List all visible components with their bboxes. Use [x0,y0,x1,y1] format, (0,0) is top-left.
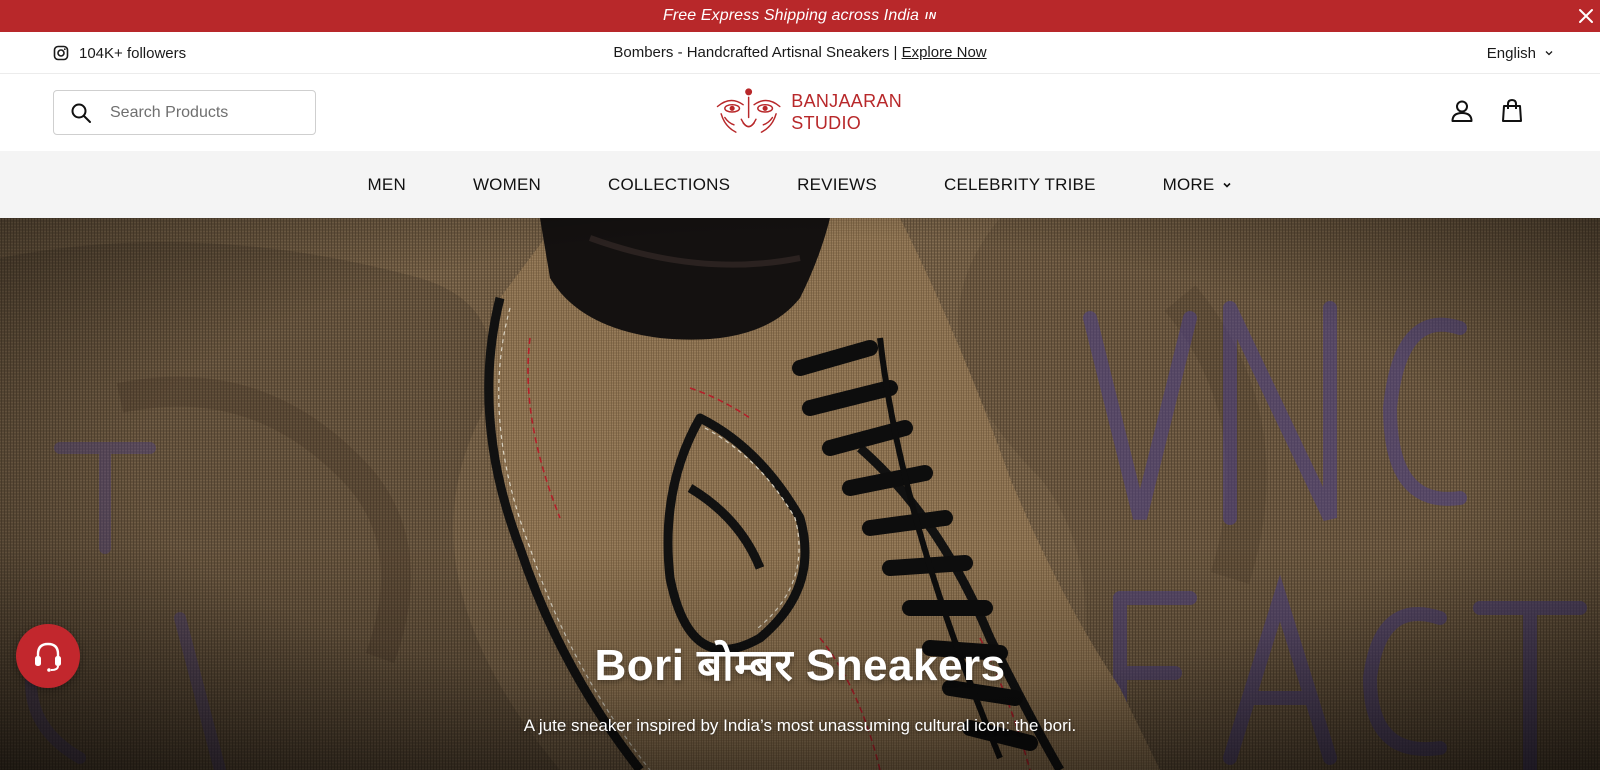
instagram-followers-link[interactable]: 104K+ followers [53,32,186,74]
nav-item-more[interactable]: MORE [1163,175,1233,195]
promo-text: Bombers - Handcrafted Artisnal Sneakers … [613,44,902,61]
instagram-icon [53,45,69,61]
language-label: English [1486,44,1536,62]
shopping-bag-icon [1502,98,1522,122]
main-navigation: MEN WOMEN COLLECTIONS REVIEWS CELEBRITY … [0,151,1600,218]
user-icon [1451,100,1473,122]
nav-item-women[interactable]: WOMEN [473,175,541,195]
nav-item-collections[interactable]: COLLECTIONS [608,175,730,195]
brand-logo[interactable]: BANJAARAN STUDIO [712,84,902,140]
hero-banner[interactable]: Bori बोम्बर Sneakers A jute sneaker insp… [0,218,1600,770]
brand-name-line2: STUDIO [791,113,862,133]
explore-now-link[interactable]: Explore Now [902,44,987,61]
announcement-bar: Free Express Shipping across India IN [0,0,1600,32]
brand-wordmark: BANJAARAN STUDIO [791,90,902,134]
account-button[interactable] [1449,98,1477,126]
search-input[interactable] [110,103,290,122]
chevron-down-icon [1223,182,1232,188]
hero-subtitle: A jute sneaker inspired by India’s most … [523,716,1077,735]
hero-title: Bori बोम्बर Sneakers [594,641,1006,690]
nav-label: CELEBRITY TRIBE [943,174,1096,194]
cart-button[interactable] [1499,98,1527,126]
search-icon [71,103,91,123]
announcement-text: Free Express Shipping across India [663,7,919,24]
nav-label: REVIEWS [797,174,877,194]
promo-message: Bombers - Handcrafted Artisnal Sneakers … [0,44,1600,61]
site-header: BANJAARAN STUDIO [0,74,1600,151]
utility-bar: 104K+ followers Bombers - Handcrafted Ar… [0,32,1600,74]
nav-label: WOMEN [472,174,541,194]
banjaaran-logo-icon [716,88,781,133]
nav-item-celebrity-tribe[interactable]: CELEBRITY TRIBE [944,175,1096,195]
headset-icon [35,642,61,672]
support-chat-button[interactable] [16,624,80,688]
nav-item-reviews[interactable]: REVIEWS [797,175,877,195]
nav-label: MORE [1162,174,1215,194]
search-box[interactable] [53,90,316,135]
chevron-down-icon [1545,51,1553,56]
nav-label: COLLECTIONS [607,174,731,194]
nav-item-men[interactable]: MEN [368,175,406,195]
close-icon[interactable] [1576,6,1596,26]
brand-name-line1: BANJAARAN [791,91,902,111]
india-flag-icon: IN [924,10,937,22]
language-selector[interactable]: English [1487,32,1554,74]
followers-count: 104K+ followers [79,44,187,62]
nav-label: MEN [367,174,406,194]
